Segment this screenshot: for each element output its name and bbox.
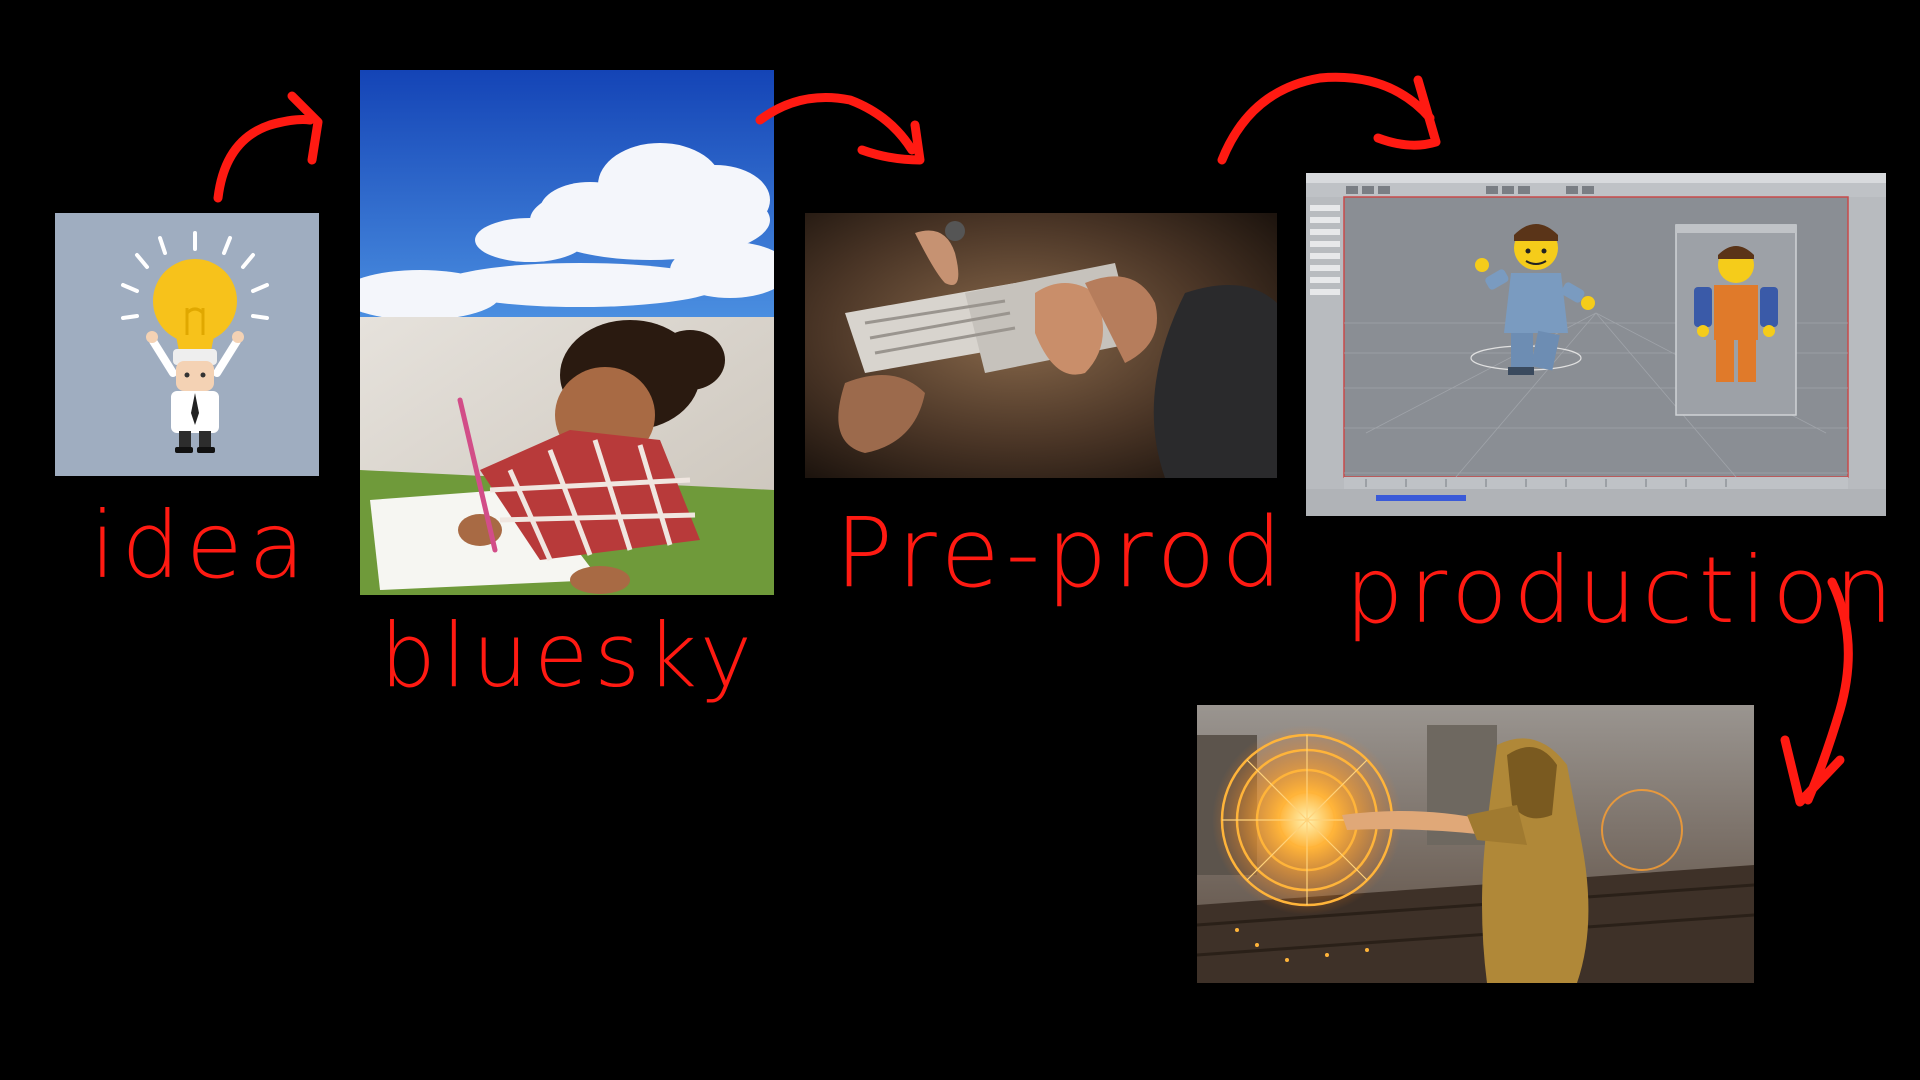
stage-label-idea: idea <box>90 492 311 599</box>
arrowhead-idea-to-bluesky <box>287 91 323 165</box>
hands-over-documents-icon <box>805 213 1277 478</box>
3d-animation-software-lego-figures-icon <box>1306 173 1886 516</box>
arrow-idea-to-bluesky <box>213 115 315 203</box>
arrowhead-preprod-to-production <box>1373 75 1441 150</box>
preprod-image <box>805 213 1277 478</box>
bluesky-image <box>360 70 774 595</box>
stage-label-bluesky: bluesky <box>380 604 758 707</box>
sorcerer-magic-circle-icon <box>1197 705 1754 983</box>
arrowhead-bluesky-to-preprod <box>857 120 925 165</box>
pipeline-diagram: idea bluesky Pre-prod production <box>0 0 1920 1080</box>
lightbulb-character-icon <box>55 213 319 476</box>
stage-label-production: production <box>1345 537 1900 644</box>
production-software-image <box>1306 173 1886 516</box>
clouds-and-child-drawing-icon <box>360 70 774 595</box>
arrowhead-production-to-render <box>1780 735 1845 807</box>
production-render-image <box>1197 705 1754 983</box>
arrow-preprod-to-production <box>1217 72 1435 165</box>
arrow-bluesky-to-preprod <box>755 93 917 155</box>
idea-image <box>55 213 319 476</box>
stage-label-preprod: Pre-prod <box>835 497 1289 609</box>
